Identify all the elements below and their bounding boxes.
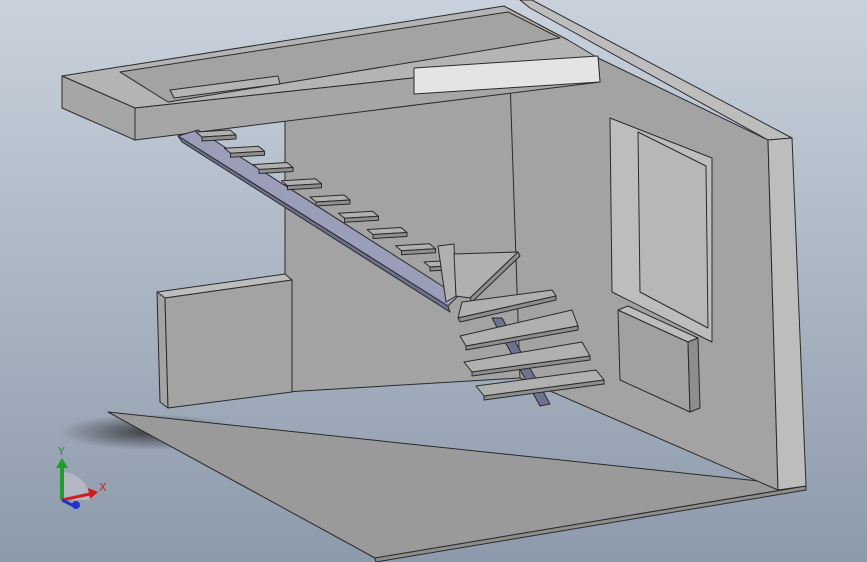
x-axis-label: X (99, 481, 107, 494)
viewport-canvas[interactable]: Y X (0, 0, 867, 562)
radiator-edge (687, 337, 701, 413)
y-axis-label: Y (57, 445, 65, 458)
left-wall-face[interactable] (164, 279, 293, 409)
cad-viewport[interactable]: Y X (0, 0, 867, 562)
